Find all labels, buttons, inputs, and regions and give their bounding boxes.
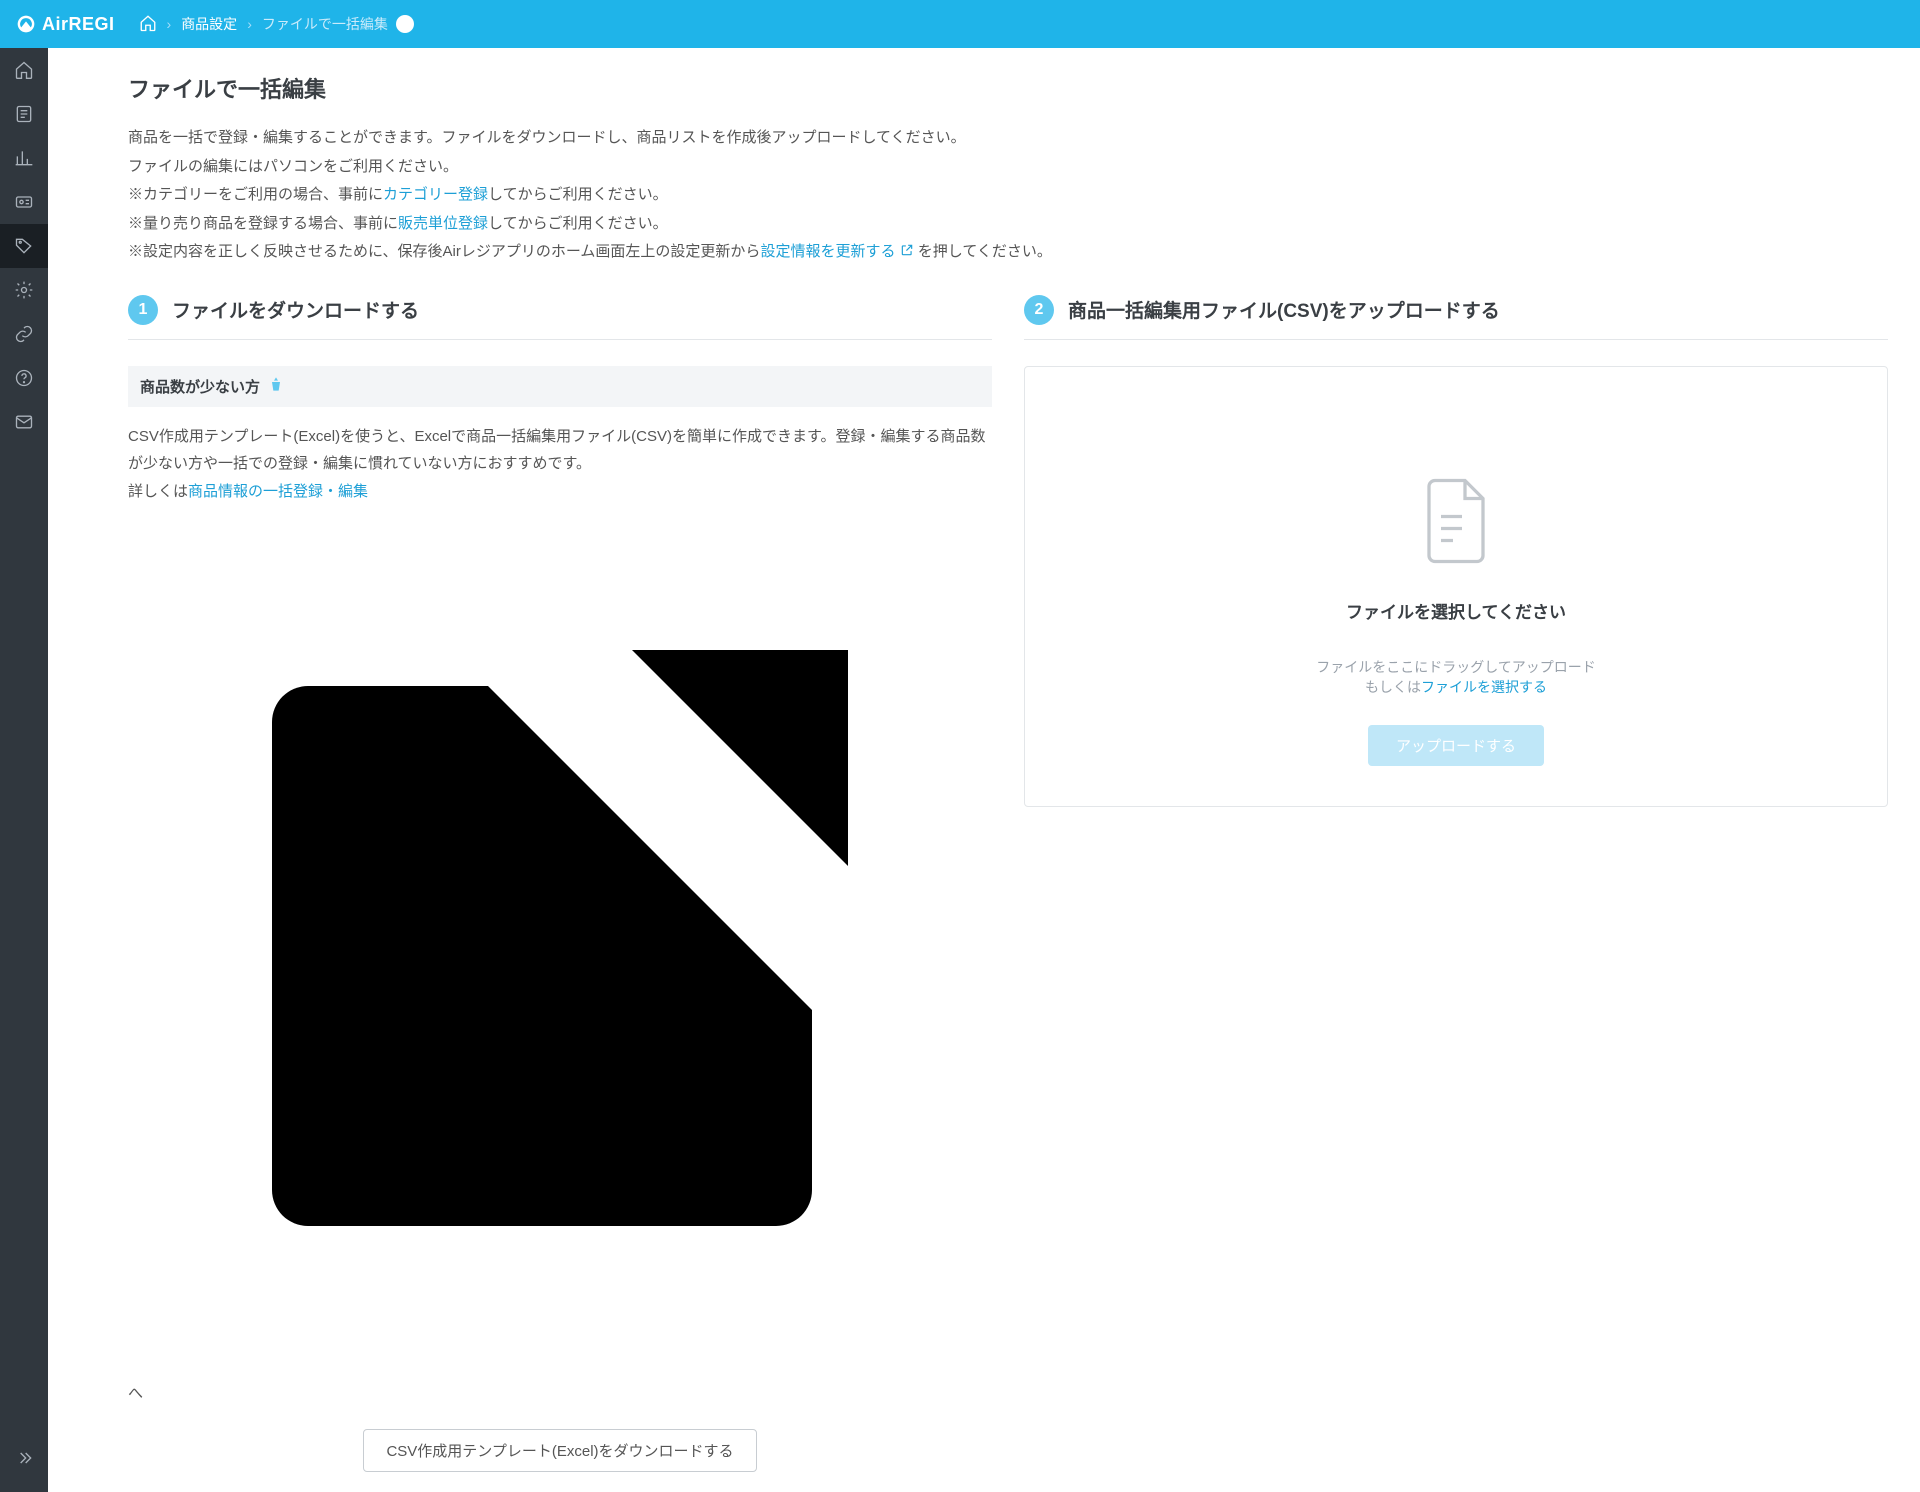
sidebar-item-home[interactable]	[0, 48, 48, 92]
external-link-icon	[900, 239, 914, 253]
tag-icon	[268, 376, 284, 396]
intro-line: ※量り売り商品を登録する場合、事前に販売単位登録してからご利用ください。	[128, 210, 1888, 239]
breadcrumb-home[interactable]	[139, 14, 157, 35]
step1-title: ファイルをダウンロードする	[172, 296, 419, 323]
intro-line: 商品を一括で登録・編集することができます。ファイルをダウンロードし、商品リストを…	[128, 124, 1888, 153]
sidebar-item-report[interactable]	[0, 92, 48, 136]
step2-column: 2 商品一括編集用ファイル(CSV)をアップロードする ファイルを選択してくださ…	[1024, 295, 1888, 1492]
external-link-icon	[128, 1357, 992, 1374]
sidebar-item-help[interactable]	[0, 356, 48, 400]
step1-column: 1 ファイルをダウンロードする 商品数が少ない方 CSV作成用テンプレート(Ex…	[128, 295, 992, 1492]
step2-title: 商品一括編集用ファイル(CSV)をアップロードする	[1068, 296, 1500, 323]
few-products-heading: 商品数が少ない方	[128, 366, 992, 407]
breadcrumb-sep: ›	[167, 16, 172, 32]
sidebar-item-mail[interactable]	[0, 400, 48, 444]
link-bulk-edit-help-1[interactable]: 商品情報の一括登録・編集	[128, 483, 992, 1374]
file-icon	[1055, 477, 1857, 570]
brand-logo[interactable]: AirREGI	[48, 14, 115, 35]
sidebar-item-card[interactable]	[0, 180, 48, 224]
upload-button[interactable]: アップロードする	[1368, 725, 1544, 766]
step-badge-2: 2	[1024, 295, 1054, 325]
breadcrumb-sep: ›	[247, 16, 252, 32]
intro-line: ※設定内容を正しく反映させるために、保存後Airレジアプリのホーム画面左上の設定…	[128, 238, 1888, 267]
app-header: AirREGI › 商品設定 › ファイルで一括編集 ?	[48, 0, 1920, 48]
file-select-link[interactable]: ファイルを選択する	[1421, 679, 1547, 695]
sidebar-item-products[interactable]	[0, 224, 48, 268]
intro-line: ※カテゴリーをご利用の場合、事前にカテゴリー登録してからご利用ください。	[128, 181, 1888, 210]
help-icon[interactable]: ?	[396, 15, 414, 33]
download-excel-template-button[interactable]: CSV作成用テンプレート(Excel)をダウンロードする	[363, 1429, 756, 1472]
upload-subtext: ファイルをここにドラッグしてアップロード もしくはファイルを選択する	[1055, 657, 1857, 697]
sidebar-item-link[interactable]	[0, 312, 48, 356]
intro-line: ファイルの編集にはパソコンをご利用ください。	[128, 153, 1888, 182]
link-refresh-settings[interactable]: 設定情報を更新する	[760, 243, 913, 260]
intro-text: 商品を一括で登録・編集することができます。ファイルをダウンロードし、商品リストを…	[128, 124, 1888, 267]
link-unit-register[interactable]: 販売単位登録	[398, 215, 488, 232]
few-products-desc: CSV作成用テンプレート(Excel)を使うと、Excelで商品一括編集用ファイ…	[128, 423, 992, 479]
sidebar-expand-toggle[interactable]	[0, 1436, 48, 1480]
step-badge-1: 1	[128, 295, 158, 325]
upload-title: ファイルを選択してください	[1055, 598, 1857, 623]
upload-dropzone[interactable]: ファイルを選択してください ファイルをここにドラッグしてアップロード もしくはフ…	[1024, 366, 1888, 807]
breadcrumb-current: ファイルで一括編集	[262, 14, 388, 34]
link-category-register[interactable]: カテゴリー登録	[383, 186, 488, 203]
breadcrumb: › 商品設定 › ファイルで一括編集 ?	[139, 14, 414, 35]
sidebar-item-settings[interactable]	[0, 268, 48, 312]
sidebar	[0, 0, 48, 1492]
few-products-detail: 詳しくは商品情報の一括登録・編集 へ	[128, 478, 992, 1407]
page-title: ファイルで一括編集	[128, 72, 1888, 104]
breadcrumb-item-products[interactable]: 商品設定	[181, 14, 237, 34]
sidebar-item-analytics[interactable]	[0, 136, 48, 180]
brand-name: AirREGI	[48, 14, 115, 35]
